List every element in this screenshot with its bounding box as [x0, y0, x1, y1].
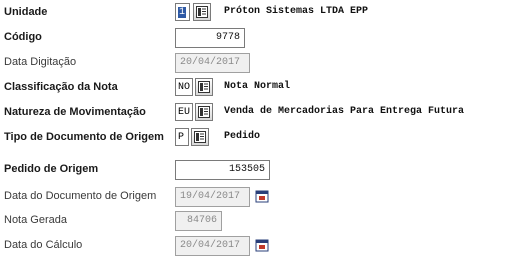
natureza-description: Venda de Mercadorias Para Entrega Futura	[224, 106, 465, 117]
unidade-code-value: 1	[178, 7, 187, 18]
unidade-description: Próton Sistemas LTDA EPP	[224, 6, 369, 17]
nota-gerada-label: Nota Gerada	[4, 214, 67, 226]
natureza-lookup-button[interactable]	[195, 103, 213, 121]
tipo-documento-label: Tipo de Documento de Origem	[4, 131, 164, 143]
tipo-documento-lookup-button[interactable]	[191, 128, 209, 146]
pedido-origem-input[interactable]: 153505	[175, 160, 270, 180]
unidade-label: Unidade	[4, 6, 48, 18]
data-digitacao-label: Data Digitação	[4, 56, 77, 68]
row-unidade: Unidade 1 Próton Sistemas LTDA EPP	[0, 1, 509, 25]
natureza-label: Natureza de Movimentação	[4, 106, 146, 118]
pedido-origem-label: Pedido de Origem	[4, 163, 99, 175]
data-calculo-label: Data do Cálculo	[4, 239, 83, 251]
codigo-label: Código	[4, 31, 42, 43]
row-nota-gerada: Nota Gerada 84706	[0, 209, 509, 233]
classificacao-description: Nota Normal	[224, 81, 291, 92]
data-calculo-field: 20/04/2017	[175, 236, 250, 256]
row-data-calculo: Data do Cálculo 20/04/2017	[0, 234, 509, 258]
data-documento-origem-field: 19/04/2017	[175, 187, 250, 207]
unidade-lookup-button[interactable]	[193, 3, 211, 21]
row-tipo-documento: Tipo de Documento de Origem P Pedido	[0, 126, 509, 150]
lookup-list-icon	[194, 131, 206, 143]
row-codigo: Código 9778	[0, 26, 509, 50]
classificacao-code-input[interactable]: NO	[175, 78, 193, 96]
data-digitacao-field: 20/04/2017	[175, 53, 250, 73]
row-data-digitacao: Data Digitação 20/04/2017	[0, 51, 509, 75]
lookup-list-icon	[198, 81, 210, 93]
classificacao-lookup-button[interactable]	[195, 78, 213, 96]
codigo-input[interactable]: 9778	[175, 28, 245, 48]
unidade-code-input[interactable]: 1	[175, 3, 190, 21]
nota-gerada-field: 84706	[175, 211, 222, 231]
data-documento-origem-label: Data do Documento de Origem	[4, 190, 157, 202]
lookup-list-icon	[196, 6, 208, 18]
calendar-icon[interactable]	[255, 238, 269, 252]
lookup-list-icon	[198, 106, 210, 118]
tipo-documento-description: Pedido	[224, 131, 261, 142]
natureza-code-input[interactable]: EU	[175, 103, 193, 121]
tipo-documento-code-input[interactable]: P	[175, 128, 189, 146]
calendar-icon[interactable]	[255, 189, 269, 203]
row-pedido-origem: Pedido de Origem 153505	[0, 158, 509, 182]
classificacao-label: Classificação da Nota	[4, 81, 118, 93]
row-natureza: Natureza de Movimentação EU Venda de Mer…	[0, 101, 509, 125]
row-data-documento-origem: Data do Documento de Origem 19/04/2017	[0, 185, 509, 209]
row-classificacao: Classificação da Nota NO Nota Normal	[0, 76, 509, 100]
